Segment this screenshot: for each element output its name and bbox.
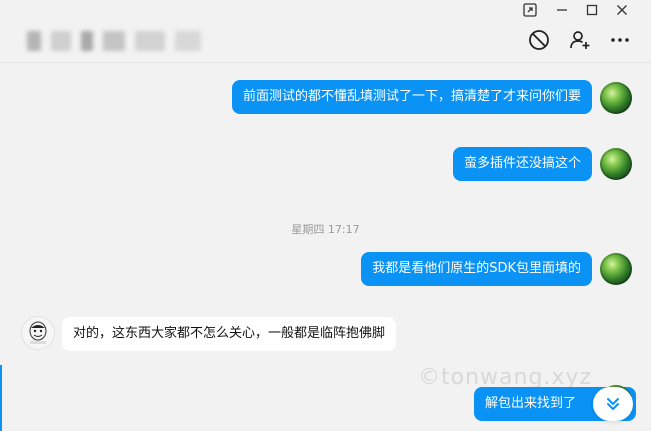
- contact-avatar[interactable]: [21, 316, 55, 350]
- pin-icon[interactable]: [521, 2, 539, 18]
- scroll-to-bottom-button[interactable]: [593, 387, 633, 421]
- block-icon[interactable]: [527, 28, 551, 52]
- more-icon[interactable]: [608, 28, 632, 52]
- message-bubble-outgoing[interactable]: 前面测试的都不懂乱填测试了一下，搞清楚了才来问你们要: [231, 80, 592, 114]
- message-timestamp: 星期四 17:17: [291, 223, 360, 236]
- maximize-icon[interactable]: [583, 2, 601, 18]
- my-avatar[interactable]: [600, 82, 632, 114]
- my-avatar[interactable]: [600, 253, 632, 285]
- chat-header: [0, 20, 651, 63]
- chat-area[interactable]: 前面测试的都不懂乱填测试了一下，搞清楚了才来问你们要 蛮多插件还没搞这个 星期四…: [0, 63, 651, 431]
- close-icon[interactable]: [613, 2, 631, 18]
- add-user-icon[interactable]: [568, 28, 592, 52]
- message-bubble-outgoing[interactable]: 蛮多插件还没搞这个: [452, 147, 592, 181]
- input-focus-accent: [0, 365, 2, 431]
- window-controls: [521, 0, 651, 20]
- double-chevron-down-icon: [607, 398, 619, 410]
- message-bubble-outgoing[interactable]: 我都是看他们原生的SDK包里面填的: [361, 252, 592, 286]
- my-avatar[interactable]: [600, 148, 632, 180]
- minimize-icon[interactable]: [553, 2, 571, 18]
- contact-name-blurred: [27, 31, 201, 53]
- message-bubble-incoming[interactable]: 对的，这东西大家都不怎么关心，一般都是临阵抱佛脚: [62, 317, 397, 351]
